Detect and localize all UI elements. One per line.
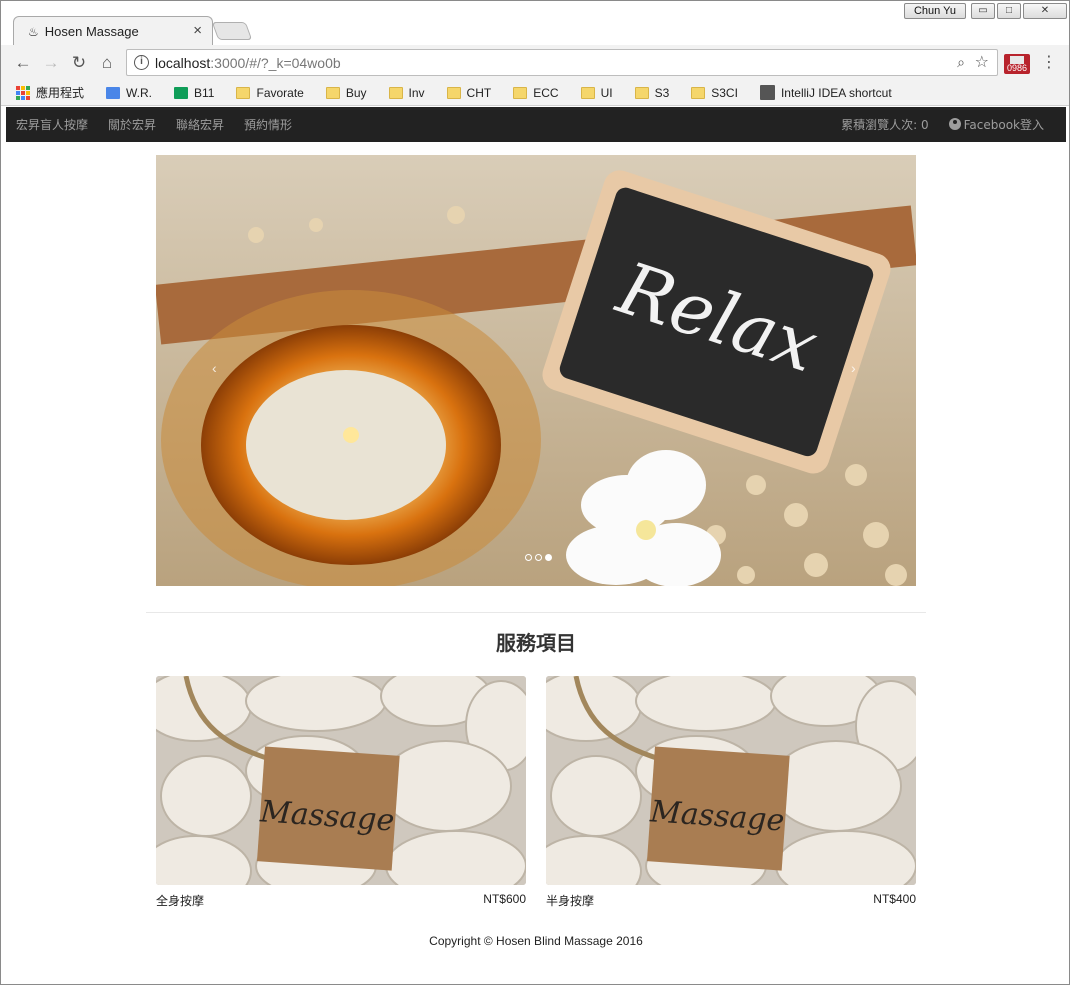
bookmark-label: UI xyxy=(600,85,613,100)
bookmark-intellij[interactable]: IntelliJ IDEA shortcut xyxy=(759,85,892,100)
section-divider xyxy=(146,612,926,613)
carousel-indicator-dot[interactable] xyxy=(535,554,542,561)
bookmark-label: Buy xyxy=(345,85,367,100)
bookmark-folder-buy[interactable]: Buy xyxy=(325,85,367,100)
bookmark-folder-inv[interactable]: Inv xyxy=(388,85,425,100)
bookmark-label: B11 xyxy=(194,85,215,100)
bookmark-folder-s3[interactable]: S3 xyxy=(634,85,670,100)
address-url: localhost:3000/#/?_k=04wo0b xyxy=(155,55,341,71)
sheets-icon xyxy=(174,86,189,99)
bookmark-label: W.R. xyxy=(126,85,153,100)
carousel-indicators xyxy=(525,554,552,561)
nav-link-contact[interactable]: 聯絡宏昇 xyxy=(176,116,224,133)
carousel-indicator-dot[interactable] xyxy=(525,554,532,561)
bookmark-folder-ui[interactable]: UI xyxy=(580,85,613,100)
carousel-prev-button[interactable]: ‹ xyxy=(212,360,217,376)
folder-icon xyxy=(388,86,403,99)
folder-icon xyxy=(580,86,595,99)
apps-icon xyxy=(16,85,30,100)
service-image: Massage xyxy=(546,676,916,885)
close-window-button[interactable]: ✕ xyxy=(1023,3,1067,19)
bookmark-folder-ecc[interactable]: ECC xyxy=(513,85,559,100)
bookmark-b11[interactable]: B11 xyxy=(174,86,214,100)
extension-badge-icon[interactable]: 0986 xyxy=(1004,54,1030,74)
footer-copyright: Copyright © Hosen Blind Massage 2016 xyxy=(429,934,643,948)
service-name: 半身按摩 xyxy=(546,894,595,908)
folder-icon xyxy=(236,86,251,99)
nav-link-about[interactable]: 關於宏昇 xyxy=(108,116,156,133)
bookmarks-bar: 應用程式 W.R. B11 Favorate Buy Inv CHT ECC U… xyxy=(1,80,1069,106)
nav-link-reservations[interactable]: 預約情形 xyxy=(244,116,292,133)
folder-icon xyxy=(634,86,649,99)
facebook-login-label: Facebook登入 xyxy=(963,118,1044,132)
folder-icon xyxy=(691,86,706,99)
maximize-button[interactable]: □ xyxy=(997,3,1021,19)
bookmark-label: Favorate xyxy=(256,85,304,100)
facebook-login-link[interactable]: Facebook登入 xyxy=(948,116,1044,133)
massage-favicon-icon: ♨ xyxy=(28,24,39,39)
bookmark-label: CHT xyxy=(466,85,492,100)
browser-tab[interactable]: ♨ Hosen Massage × xyxy=(13,16,213,46)
docs-icon xyxy=(106,86,121,99)
page-content: 宏昇盲人按摩 關於宏昇 聯絡宏昇 預約情形 累積瀏覽人次: 0 Facebook… xyxy=(6,107,1066,982)
browser-toolbar: ← → ↻ ⌂ i localhost:3000/#/?_k=04wo0b ⌕ … xyxy=(1,45,1069,80)
intellij-icon xyxy=(759,85,775,100)
tab-close-icon[interactable]: × xyxy=(193,22,202,39)
address-bar[interactable]: i localhost:3000/#/?_k=04wo0b ⌕ ☆ xyxy=(126,49,998,76)
tab-title: Hosen Massage xyxy=(44,24,139,39)
zoom-icon[interactable]: ⌕ xyxy=(957,54,965,71)
new-tab-button[interactable] xyxy=(211,22,253,40)
bookmark-label: Inv xyxy=(408,85,425,100)
bookmark-wr[interactable]: W.R. xyxy=(106,86,152,100)
service-name: 全身按摩 xyxy=(156,894,205,908)
carousel-next-button[interactable]: › xyxy=(851,360,856,376)
bookmark-label: S3CI xyxy=(711,85,738,100)
site-navbar: 宏昇盲人按摩 關於宏昇 聯絡宏昇 預約情形 累積瀏覽人次: 0 Facebook… xyxy=(6,107,1066,142)
profile-button[interactable]: Chun Yu xyxy=(904,3,966,19)
folder-icon xyxy=(446,86,461,99)
bookmark-apps[interactable]: 應用程式 xyxy=(16,84,84,101)
service-price: NT$400 xyxy=(873,892,916,906)
folder-icon xyxy=(325,86,340,99)
bookmark-star-icon[interactable]: ☆ xyxy=(975,52,989,72)
carousel-indicator-dot-active[interactable] xyxy=(545,554,552,561)
visit-counter: 累積瀏覽人次: 0 xyxy=(841,118,929,132)
bookmark-label: IntelliJ IDEA shortcut xyxy=(780,85,892,100)
hero-carousel[interactable]: Relax ‹ › xyxy=(156,155,916,586)
folder-icon xyxy=(513,86,528,99)
nav-brand[interactable]: 宏昇盲人按摩 xyxy=(16,116,88,133)
minimize-button[interactable]: ▭ xyxy=(971,3,995,19)
title-bar: ♨ Hosen Massage × Chun Yu ▭ □ ✕ xyxy=(1,1,1069,46)
info-icon[interactable]: i xyxy=(134,55,149,70)
service-card-full-body[interactable]: Massage 全身按摩 NT$600 xyxy=(156,676,526,909)
bookmark-folder-s3ci[interactable]: S3CI xyxy=(691,86,738,100)
home-icon[interactable]: ⌂ xyxy=(96,52,118,74)
browser-window: ♨ Hosen Massage × Chun Yu ▭ □ ✕ ← → ↻ ⌂ … xyxy=(0,0,1070,985)
forward-arrow-icon[interactable]: → xyxy=(40,52,62,74)
bookmark-label: ECC xyxy=(533,85,559,100)
service-card-half-body[interactable]: Massage 半身按摩 NT$400 xyxy=(546,676,916,909)
back-arrow-icon[interactable]: ← xyxy=(12,52,34,74)
service-price: NT$600 xyxy=(483,892,526,906)
bookmark-folder-cht[interactable]: CHT xyxy=(446,85,492,100)
carousel-slide-image: Relax xyxy=(156,155,916,586)
user-circle-icon xyxy=(948,118,961,130)
bookmark-label: S3 xyxy=(654,85,670,100)
menu-dots-icon[interactable]: ⋮ xyxy=(1041,54,1057,72)
bookmark-folder-favorate[interactable]: Favorate xyxy=(236,85,304,100)
service-image: Massage xyxy=(156,676,526,885)
services-title: 服務項目 xyxy=(496,631,576,655)
reload-icon[interactable]: ↻ xyxy=(68,52,90,74)
bookmark-label: 應用程式 xyxy=(36,86,85,100)
